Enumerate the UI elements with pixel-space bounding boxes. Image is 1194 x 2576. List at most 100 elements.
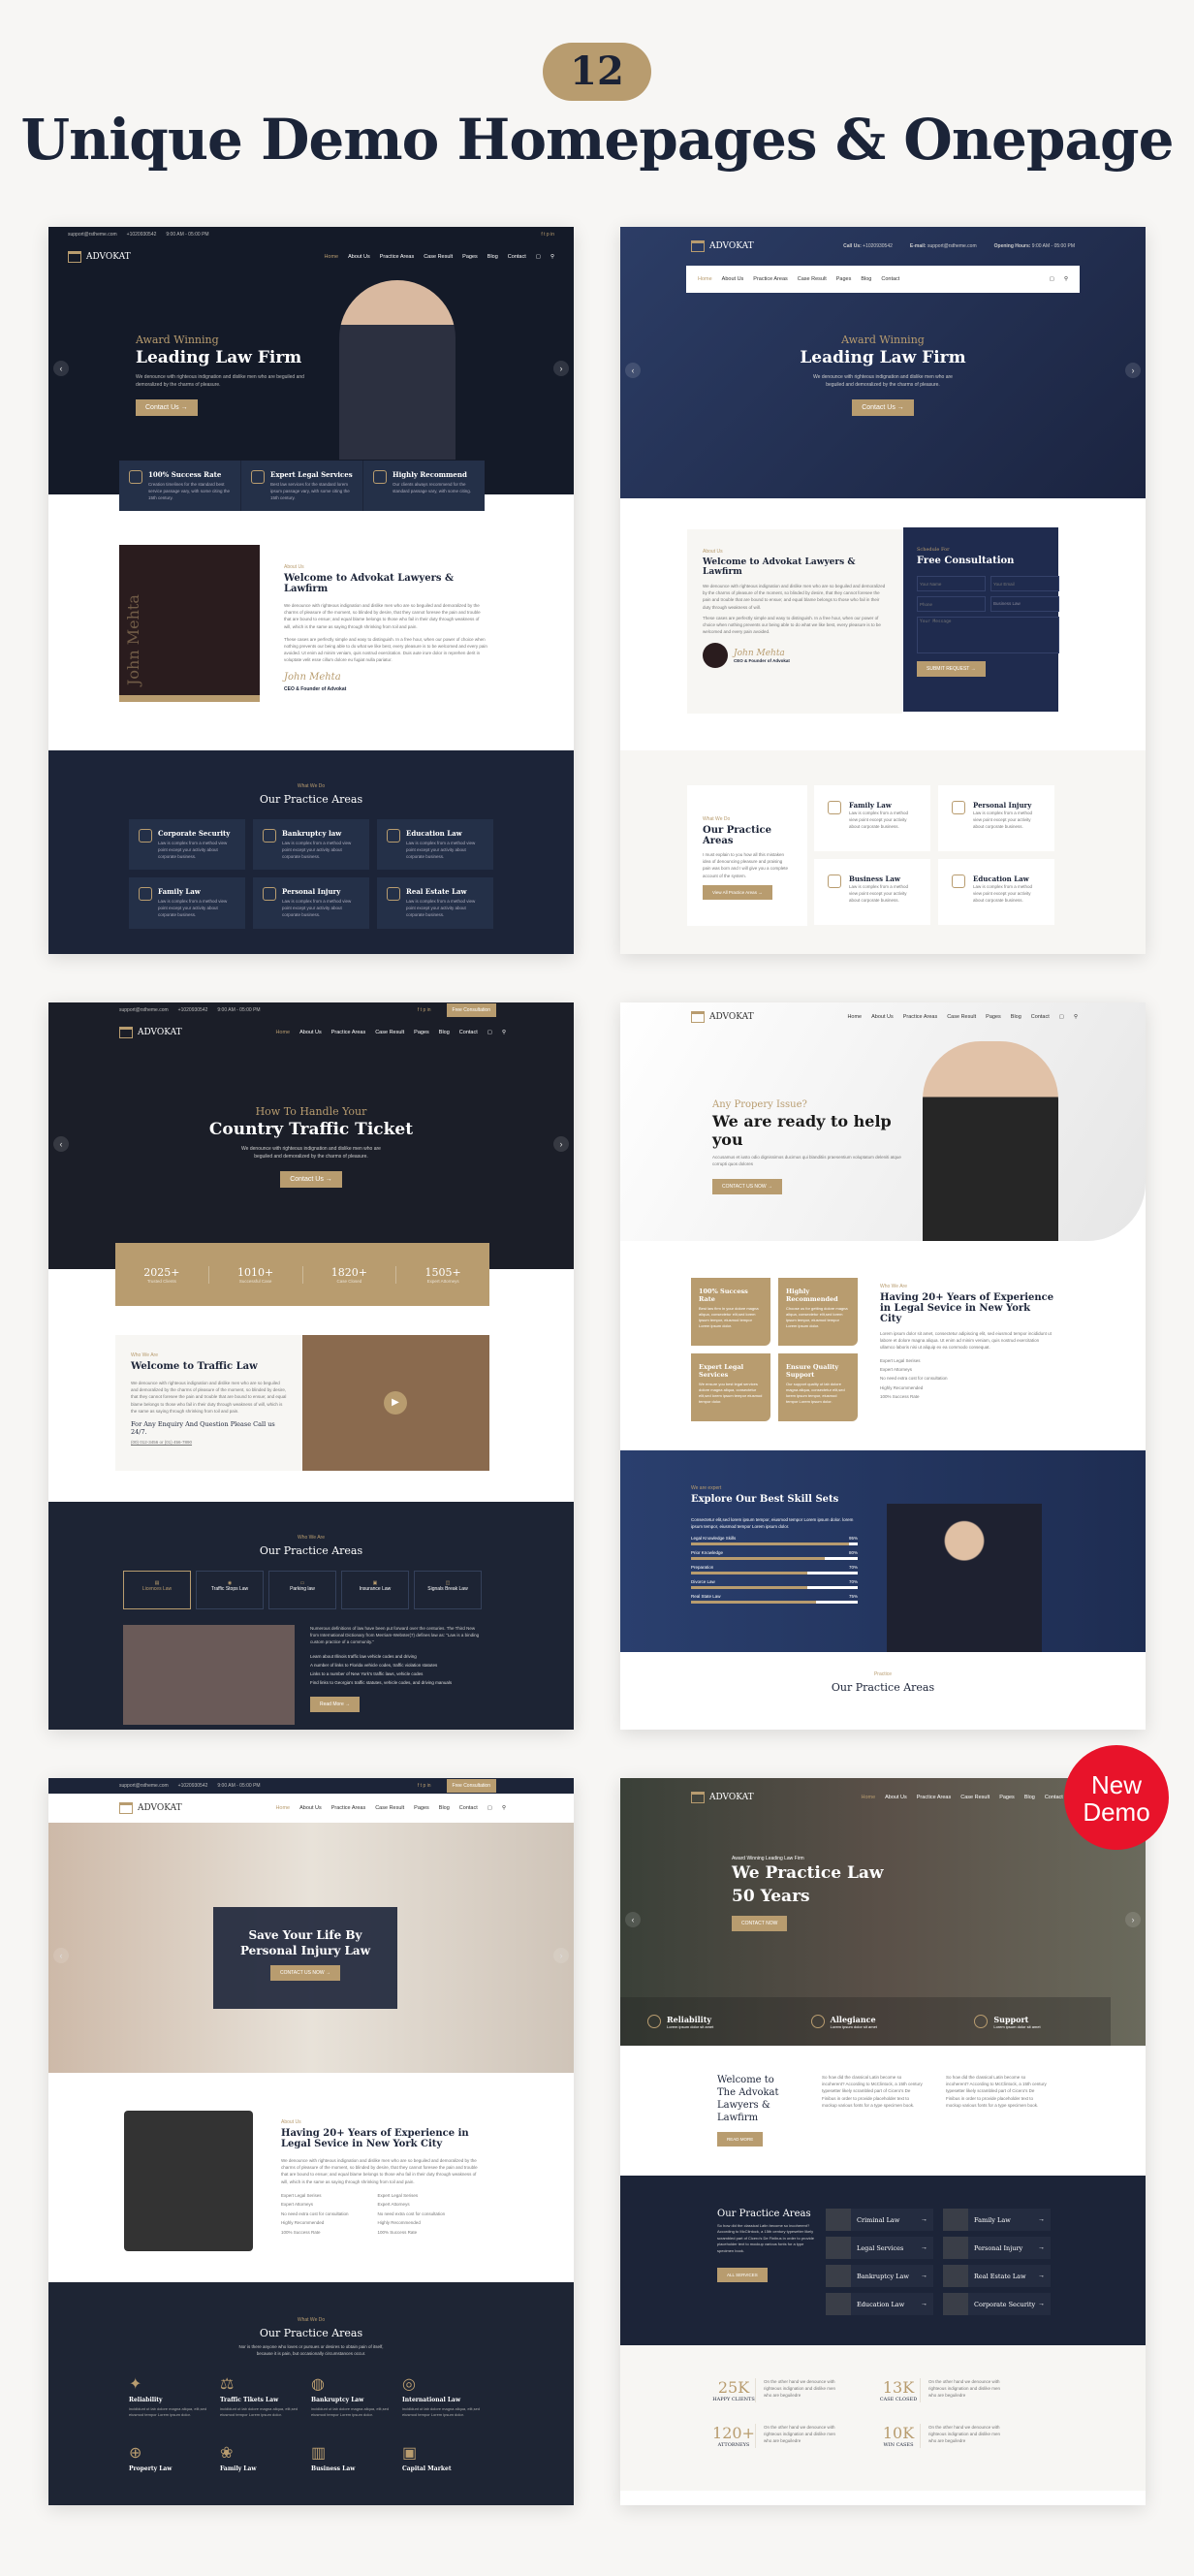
practice-item[interactable]: ⚖ Traffic Tikets Law incididunt ut lab dol… <box>220 2374 311 2418</box>
tab-traffic-stops[interactable]: ◉ Traffic Stops Law <box>196 1571 264 1609</box>
nav-home[interactable]: Home <box>847 1014 862 1020</box>
nav-about[interactable]: About Us <box>885 1795 907 1800</box>
prev-arrow[interactable]: ‹ <box>625 1912 641 1927</box>
nav-home[interactable]: Home <box>698 276 712 282</box>
social-icons[interactable]: f t p in <box>541 232 554 238</box>
logo[interactable]: ADVOKAT <box>119 1027 182 1038</box>
practice-item[interactable]: ◍ Bankruptcy Law incididunt ut lab dolore … <box>311 2374 402 2418</box>
nav-pages[interactable]: Pages <box>462 254 478 260</box>
tab-insurance[interactable]: ▣ Insurance Law <box>341 1571 409 1609</box>
nav-practice[interactable]: Practice Areas <box>917 1795 951 1800</box>
contact-button[interactable]: Contact Us → <box>136 399 198 416</box>
contact-button[interactable]: CONTACT NOW <box>732 1915 788 1931</box>
nav-blog[interactable]: Blog <box>1024 1795 1035 1800</box>
practice-link[interactable]: Legal Services → <box>826 2237 933 2259</box>
practice-link[interactable]: Family Law → <box>943 2209 1051 2231</box>
nav-about[interactable]: About Us <box>722 276 744 282</box>
practice-item[interactable]: ⊕ Property Law <box>129 2443 220 2475</box>
play-video-button[interactable]: ▶ <box>384 1391 407 1415</box>
nav-contact[interactable]: Contact <box>508 254 526 260</box>
practice-card[interactable]: Corporate Security Law is complex from a … <box>129 819 245 871</box>
name-input[interactable] <box>917 576 986 591</box>
read-more-button[interactable]: Read More → <box>310 1696 361 1712</box>
logo[interactable]: ADVOKAT <box>68 251 131 263</box>
practice-card[interactable]: Business Law Law is complex from a method… <box>814 859 930 925</box>
logo[interactable]: ADVOKAT <box>691 1011 754 1023</box>
nav-case[interactable]: Case Result <box>960 1795 990 1800</box>
next-arrow[interactable]: › <box>1125 363 1141 378</box>
prev-arrow[interactable]: ‹ <box>53 361 69 376</box>
cart-icon[interactable]: ▢ <box>1059 1014 1064 1020</box>
search-icon[interactable]: ⚲ <box>550 254 554 260</box>
nav-home[interactable]: Home <box>275 1805 290 1811</box>
social-icons[interactable]: f t p in <box>418 1783 431 1789</box>
practice-card[interactable]: Personal Injury Law is complex from a met… <box>253 877 369 929</box>
tab-licences[interactable]: ▤ Licences Law <box>123 1571 191 1609</box>
nav-contact[interactable]: Contact <box>459 1030 478 1035</box>
free-consultation-button[interactable]: Free Consultation <box>446 1003 496 1017</box>
nav-pages[interactable]: Pages <box>986 1014 1001 1020</box>
tab-signals[interactable]: ◫ Signals Break Law <box>414 1571 482 1609</box>
cart-icon[interactable]: ▢ <box>487 1030 492 1035</box>
practice-item[interactable]: ▣ Capital Market <box>402 2443 493 2475</box>
phone-input[interactable] <box>917 596 986 612</box>
contact-button[interactable]: Contact Us → <box>852 399 914 416</box>
nav-blog[interactable]: Blog <box>1011 1014 1021 1020</box>
nav-practice[interactable]: Practice Areas <box>903 1014 937 1020</box>
practice-card[interactable]: Family Law Law is complex from a method v… <box>129 877 245 929</box>
nav-case[interactable]: Case Result <box>947 1014 976 1020</box>
practice-item[interactable]: ✦ Reliability incididunt ut lab dolore mag… <box>129 2374 220 2418</box>
next-arrow[interactable]: › <box>1125 1912 1141 1927</box>
prev-arrow[interactable]: ‹ <box>53 1135 69 1152</box>
cart-icon[interactable]: ▢ <box>487 1805 492 1811</box>
practice-link[interactable]: Corporate Security → <box>943 2293 1051 2315</box>
nav-blog[interactable]: Blog <box>439 1030 450 1035</box>
nav-case[interactable]: Case Result <box>424 254 453 260</box>
nav-practice[interactable]: Practice Areas <box>331 1030 365 1035</box>
email-input[interactable] <box>990 576 1059 591</box>
nav-case[interactable]: Case Result <box>798 276 827 282</box>
next-arrow[interactable]: › <box>553 1948 569 1963</box>
submit-button[interactable]: SUBMIT REQUEST → <box>917 661 986 677</box>
practice-card[interactable]: Bankruptcy law Law is complex from a meth… <box>253 819 369 871</box>
nav-pages[interactable]: Pages <box>999 1795 1015 1800</box>
practice-link[interactable]: Personal Injury → <box>943 2237 1051 2259</box>
nav-practice[interactable]: Practice Areas <box>380 254 414 260</box>
practice-card[interactable]: Real Estate Law Law is complex from a met… <box>377 877 493 929</box>
nav-blog[interactable]: Blog <box>487 254 498 260</box>
phone-links[interactable]: (00) 012-3456 or (01) 456-7890 <box>131 1439 287 1446</box>
nav-about[interactable]: About Us <box>871 1014 894 1020</box>
logo[interactable]: ADVOKAT <box>691 1792 754 1803</box>
message-input[interactable] <box>917 617 1059 653</box>
nav-pages[interactable]: Pages <box>414 1805 429 1811</box>
nav-practice[interactable]: Practice Areas <box>331 1805 365 1811</box>
prev-arrow[interactable]: ‹ <box>625 363 641 378</box>
practice-item[interactable]: ❀ Family Law <box>220 2443 311 2475</box>
nav-home[interactable]: Home <box>324 254 338 260</box>
logo[interactable]: ADVOKAT <box>691 240 754 252</box>
all-services-button[interactable]: ALL SERVICES <box>717 2267 768 2282</box>
practice-item[interactable]: ▥ Business Law <box>311 2443 402 2475</box>
nav-home[interactable]: Home <box>275 1030 290 1035</box>
demo-5-preview[interactable]: support@rstheme.com +1020930542 9:00 AM - … <box>48 1778 574 2505</box>
search-icon[interactable]: ⚲ <box>502 1030 506 1035</box>
demo-4-preview[interactable]: ADVOKAT Home About Us Practice Areas Case Re… <box>620 1002 1146 1730</box>
nav-contact[interactable]: Contact <box>459 1805 478 1811</box>
tab-parking[interactable]: ▭ Parking law <box>268 1571 336 1609</box>
nav-blog[interactable]: Blog <box>439 1805 450 1811</box>
practice-card[interactable]: Personal Injury Law is complex from a met… <box>938 785 1054 851</box>
demo-2-preview[interactable]: ADVOKAT Call Us: +1020930542 E-mail: supp… <box>620 227 1146 954</box>
nav-about[interactable]: About Us <box>299 1805 322 1811</box>
nav-practice[interactable]: Practice Areas <box>753 276 787 282</box>
practice-link[interactable]: Education Law → <box>826 2293 933 2315</box>
service-select[interactable]: Business Law <box>990 596 1059 612</box>
nav-about[interactable]: About Us <box>299 1030 322 1035</box>
contact-button[interactable]: CONTACT US NOW → <box>712 1179 783 1195</box>
social-icons[interactable]: f t p in <box>418 1007 431 1013</box>
next-arrow[interactable]: › <box>553 1135 569 1152</box>
nav-pages[interactable]: Pages <box>836 276 852 282</box>
cart-icon[interactable]: ▢ <box>536 254 541 260</box>
nav-blog[interactable]: Blog <box>861 276 871 282</box>
demo-6-preview[interactable]: ADVOKAT Home About Us Practice Areas Case Re… <box>620 1778 1146 2505</box>
practice-card[interactable]: Education Law Law is complex from a metho… <box>377 819 493 871</box>
